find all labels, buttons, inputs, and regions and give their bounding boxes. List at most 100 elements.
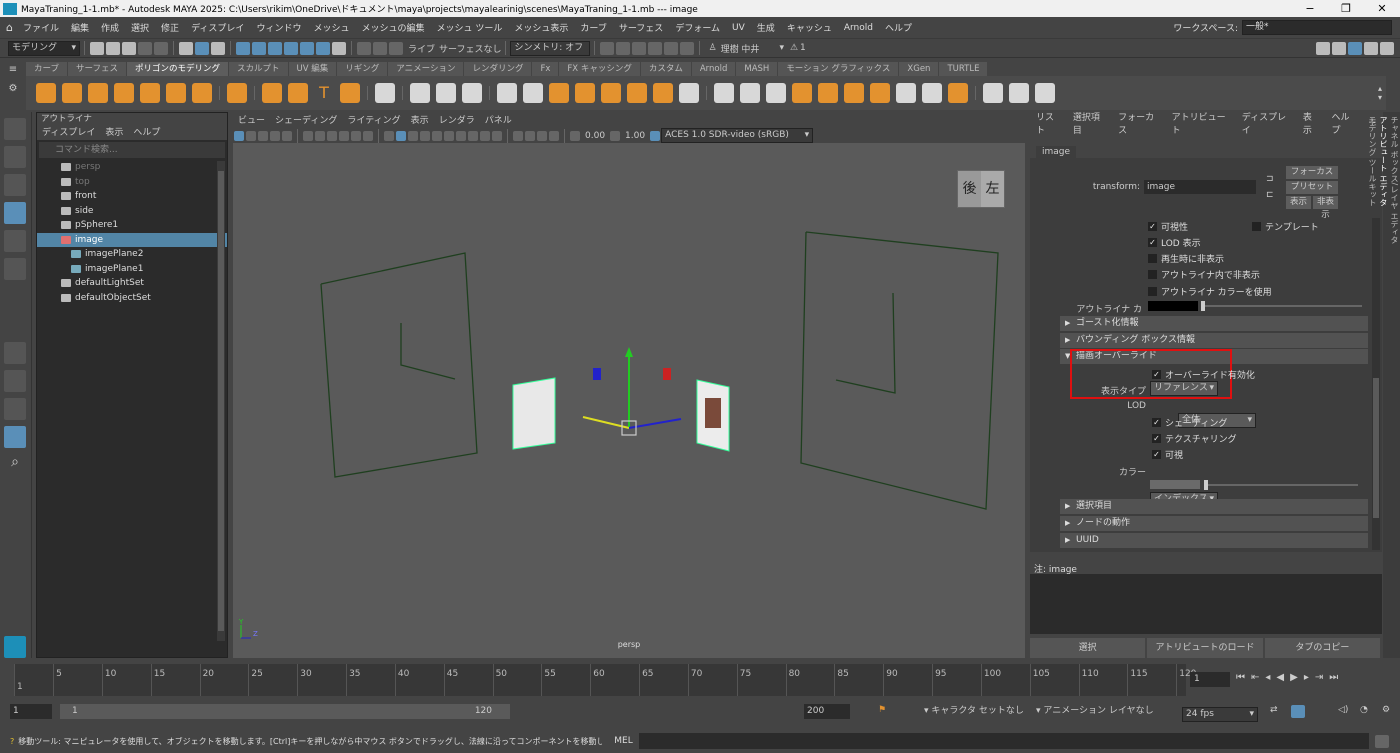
motion-blur-icon[interactable] xyxy=(468,130,478,141)
hide-on-playback-checkbox[interactable]: 再生時に非表示 xyxy=(1148,252,1224,265)
copy-tab-button[interactable]: タブのコピー xyxy=(1264,638,1380,658)
smooth-shade-icon[interactable] xyxy=(396,130,406,141)
menu-display[interactable]: ディスプレイ xyxy=(185,21,250,34)
camera-attributes-icon[interactable] xyxy=(246,130,256,141)
viewport-menu-shading[interactable]: シェーディング xyxy=(270,114,342,128)
combine-icon[interactable] xyxy=(375,83,395,103)
triangulate-icon[interactable] xyxy=(870,83,890,103)
frame-selection[interactable]: ▶ 選択項目 xyxy=(1060,499,1368,514)
outliner-item[interactable]: top xyxy=(61,175,227,190)
output-ops-icon[interactable] xyxy=(373,41,387,55)
color-management-icon[interactable] xyxy=(650,130,661,141)
slider-handle[interactable] xyxy=(1201,301,1205,311)
outliner-item[interactable]: imagePlane1 xyxy=(71,262,227,277)
resolution-gate-icon[interactable] xyxy=(327,130,337,141)
snap-grid-icon[interactable] xyxy=(236,41,250,55)
rotate-tool-icon[interactable] xyxy=(4,230,26,252)
step-back-key-icon[interactable]: ⇤ xyxy=(1251,672,1259,683)
poly-cone-icon[interactable] xyxy=(114,83,134,103)
arnold-render-icon[interactable] xyxy=(680,41,695,55)
side-tab-channel-box[interactable]: チャネル ボックス/レイヤ エディタ xyxy=(1389,116,1400,654)
transform-name-field[interactable]: image xyxy=(1144,180,1256,194)
viewport-menu-show[interactable]: 表示 xyxy=(406,114,434,128)
quadrangulate-icon[interactable] xyxy=(896,83,916,103)
shelf-tab[interactable]: サーフェス xyxy=(68,62,126,76)
template-checkbox[interactable]: テンプレート xyxy=(1252,220,1319,233)
move-z-axis[interactable] xyxy=(628,418,682,429)
shelf-tab[interactable]: FX キャッシング xyxy=(559,62,640,76)
cleanup-icon[interactable] xyxy=(922,83,942,103)
anti-alias-icon[interactable] xyxy=(480,130,490,141)
new-scene-icon[interactable] xyxy=(90,41,104,55)
render-view-icon[interactable] xyxy=(664,41,679,55)
redo-icon[interactable] xyxy=(154,41,168,55)
mirror-icon[interactable] xyxy=(679,83,699,103)
notes-textarea[interactable] xyxy=(1030,574,1382,634)
texturing-checkbox[interactable]: ✓ テクスチャリング xyxy=(1152,432,1237,445)
shelf-tab[interactable]: アニメーション xyxy=(388,62,464,76)
depth-of-field-icon[interactable] xyxy=(492,130,502,141)
platonic-icon[interactable] xyxy=(227,83,247,103)
play-backward-icon[interactable]: ◀ xyxy=(1276,672,1284,683)
menu-uv[interactable]: UV xyxy=(726,23,751,33)
move-plane-handle[interactable] xyxy=(593,368,601,380)
outliner-item[interactable]: side xyxy=(61,204,227,219)
input-ops-icon[interactable] xyxy=(357,41,371,55)
snap-view-plane-icon[interactable] xyxy=(300,41,314,55)
menu-create[interactable]: 作成 xyxy=(95,21,125,34)
override-enabled-checkbox[interactable]: ✓ オーバーライド有効化 xyxy=(1152,368,1255,381)
load-attributes-button[interactable]: アトリビュートのロード xyxy=(1147,638,1263,658)
bevel-icon[interactable] xyxy=(523,83,543,103)
color-index-swatch[interactable] xyxy=(1150,480,1200,489)
loop-icon[interactable]: ⇄ xyxy=(1270,705,1278,715)
lasso-tool-icon[interactable] xyxy=(4,146,26,168)
shelf-tab[interactable]: リギング xyxy=(337,62,388,76)
shading-checkbox[interactable]: ✓ シェーディング xyxy=(1152,416,1227,429)
field-chart-icon[interactable] xyxy=(351,130,361,141)
paint-select-icon[interactable] xyxy=(4,174,26,196)
menu-cache[interactable]: キャッシュ xyxy=(781,21,838,34)
symmetry-dropdown[interactable]: シンメトリ: オフ xyxy=(510,40,591,56)
poly-sphere-icon[interactable] xyxy=(36,83,56,103)
extrude-icon[interactable] xyxy=(497,83,517,103)
menu-deform[interactable]: デフォーム xyxy=(669,21,726,34)
viewport-menu-lighting[interactable]: ライティング xyxy=(342,114,405,128)
side-tab-modeling-toolkit[interactable]: モデリング ツールキット xyxy=(1367,116,1378,654)
move-plane-handle[interactable] xyxy=(663,368,671,380)
ipr-render-icon[interactable] xyxy=(616,41,631,55)
shadows-icon[interactable] xyxy=(444,130,454,141)
move-y-arrow-icon[interactable] xyxy=(625,347,633,357)
bridge-icon[interactable] xyxy=(549,83,569,103)
shelf-tab[interactable]: UV 編集 xyxy=(288,62,337,76)
shelf-tab[interactable]: カーブ xyxy=(26,62,67,76)
anim-layer-dropdown[interactable]: ▾ アニメーション レイヤなし xyxy=(1036,704,1156,719)
poly-plane-icon[interactable] xyxy=(166,83,186,103)
wireframe-icon[interactable] xyxy=(384,130,394,141)
shelf-tab[interactable]: MASH xyxy=(736,62,778,76)
viewcube-left-face[interactable]: 左 xyxy=(981,171,1004,207)
reduce-icon[interactable] xyxy=(792,83,812,103)
character-set-dropdown[interactable]: ▾ キャラクタ セットなし xyxy=(924,704,1024,719)
frame-node-behavior[interactable]: ▶ ノードの動作 xyxy=(1060,516,1368,531)
alert-icon[interactable]: ⚠ xyxy=(790,43,798,53)
hide-in-outliner-checkbox[interactable]: アウトライナ内で非表示 xyxy=(1148,268,1260,281)
animation-end-field[interactable]: 200 xyxy=(804,704,850,719)
outliner-menu-help[interactable]: ヘルプ xyxy=(128,126,165,140)
minimize-icon[interactable]: − xyxy=(1292,2,1328,15)
tool-settings-icon[interactable] xyxy=(1364,41,1378,55)
sculpt-icon[interactable] xyxy=(1332,41,1346,55)
boolean-icon[interactable] xyxy=(740,83,760,103)
render-current-frame-icon[interactable] xyxy=(600,41,615,55)
show-button[interactable]: 表示 xyxy=(1286,196,1311,209)
gamma-icon[interactable] xyxy=(610,130,621,141)
exposure-icon[interactable] xyxy=(570,130,580,141)
viewport-menu-renderer[interactable]: レンダラ xyxy=(434,114,480,128)
frame-uuid[interactable]: ▶ UUID xyxy=(1060,533,1368,548)
color-index-slider[interactable] xyxy=(1204,484,1358,486)
menu-select[interactable]: 選択 xyxy=(125,21,155,34)
time-slider-bar[interactable]: 1 5 10 15 20 25 30 35 40 45 50 55 60 65 70 75 80 85 90 95 10… xyxy=(14,664,1196,696)
shelf-tab[interactable]: スカルプト xyxy=(229,62,288,76)
menu-mesh[interactable]: メッシュ xyxy=(307,21,355,34)
ambient-occlusion-icon[interactable] xyxy=(456,130,466,141)
viewport-menu-panels[interactable]: パネル xyxy=(480,114,517,128)
